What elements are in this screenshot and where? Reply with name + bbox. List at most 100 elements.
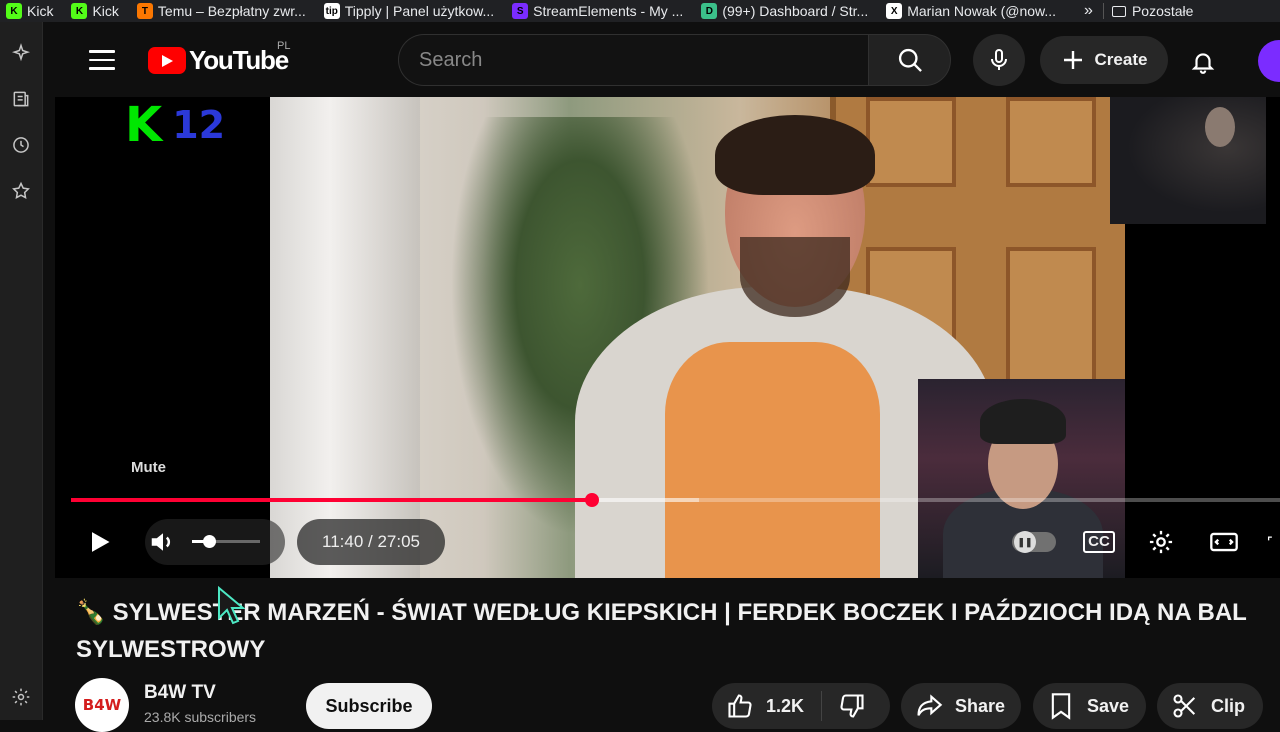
search-icon <box>898 48 922 72</box>
kick-icon: K <box>6 3 22 19</box>
reading-list-icon[interactable] <box>10 88 32 110</box>
create-button[interactable]: Create <box>1040 36 1168 84</box>
bookmark-item[interactable]: tip Tipply | Panel użytkow... <box>318 0 506 22</box>
theater-icon <box>1210 532 1238 552</box>
history-icon[interactable] <box>10 134 32 156</box>
bookmark-item[interactable]: K Kick <box>65 0 130 22</box>
thumbs-down-icon <box>840 694 864 718</box>
plus-icon <box>1063 51 1082 69</box>
search-box <box>398 34 868 86</box>
webcam-face <box>1205 107 1235 147</box>
clip-button[interactable]: Clip <box>1157 683 1263 729</box>
account-avatar[interactable] <box>1258 40 1280 82</box>
kick-icon: K <box>71 3 88 19</box>
sparkle-icon[interactable] <box>10 42 32 64</box>
bookmark-item[interactable]: S StreamElements - My ... <box>506 0 695 22</box>
bookmark-item[interactable]: D (99+) Dashboard / Str... <box>695 0 880 22</box>
bookmark-item[interactable]: T Temu – Bezpłatny zwr... <box>131 0 318 22</box>
temu-icon: T <box>136 3 153 19</box>
gear-icon <box>1149 530 1173 554</box>
play-icon <box>92 532 110 552</box>
favorites-icon[interactable] <box>10 180 32 202</box>
other-bookmarks-folder[interactable]: Pozostałe <box>1102 3 1194 19</box>
dashboard-icon: D <box>701 3 718 19</box>
bookmark-item[interactable]: X Marian Nowak (@now... <box>880 0 1068 22</box>
bottle-emoji-icon: 🍾 <box>76 599 106 626</box>
progress-bar[interactable] <box>71 493 1280 507</box>
logo-text: YouTube <box>189 45 289 75</box>
settings-button[interactable] <box>1141 522 1181 562</box>
time-display: 11:40 / 27:05 <box>297 519 445 565</box>
fullscreen-icon <box>1267 536 1272 541</box>
browser-side-rail <box>0 22 43 720</box>
bookmark-label: Tipply | Panel użytkow... <box>344 3 495 19</box>
settings-gear-icon[interactable] <box>10 686 32 708</box>
save-button[interactable]: Save <box>1033 683 1146 729</box>
bookmark-icon <box>1051 693 1071 720</box>
like-dislike-group: 1.2K <box>712 683 890 729</box>
search-input[interactable] <box>399 35 868 85</box>
share-arrow-icon <box>917 694 943 716</box>
youtube-header: YouTube PL Create <box>55 22 1280 97</box>
fullscreen-button[interactable] <box>1267 522 1280 562</box>
volume-knob[interactable] <box>203 535 216 548</box>
like-count: 1.2K <box>766 695 805 716</box>
mouse-cursor-icon <box>218 586 245 625</box>
search-button[interactable] <box>868 34 951 86</box>
play-button[interactable] <box>79 522 119 562</box>
like-button[interactable]: 1.2K <box>712 691 822 721</box>
share-button[interactable]: Share <box>901 683 1021 729</box>
youtube-play-icon <box>148 47 186 74</box>
video-title-text: SYLWESTER MARZEŃ - ŚWIAT WEDŁUG KIEPSKIC… <box>76 599 1247 663</box>
x-icon: X <box>886 3 903 19</box>
bookmark-label: (99+) Dashboard / Str... <box>722 3 869 19</box>
streamelements-icon: S <box>512 3 529 19</box>
pause-icon: ❚❚ <box>1014 531 1036 553</box>
bookmark-label: StreamElements - My ... <box>533 3 684 19</box>
autoplay-toggle[interactable]: ❚❚ <box>1012 531 1056 553</box>
volume-icon <box>151 533 171 551</box>
webcam-overlay-top <box>1110 97 1266 224</box>
bookmarks-overflow-icon[interactable]: » <box>1074 2 1103 20</box>
channel-subscribers: 23.8K subscribers <box>144 709 257 725</box>
menu-hamburger-icon[interactable] <box>89 50 115 70</box>
bookmarks-bar: K Kick K Kick T Temu – Bezpłatny zwr... tip Tip… <box>0 0 1280 22</box>
share-label: Share <box>955 695 1006 716</box>
create-label: Create <box>1094 50 1148 69</box>
bookmark-label: Marian Nowak (@now... <box>907 3 1057 19</box>
channel-avatar-text: B4W <box>82 696 122 714</box>
save-label: Save <box>1087 695 1130 716</box>
theater-mode-button[interactable] <box>1204 522 1244 562</box>
scissors-icon <box>1173 694 1196 718</box>
mute-button[interactable] <box>143 522 183 562</box>
progress-played <box>71 498 593 502</box>
video-title: 🍾 SYLWESTER MARZEŃ - ŚWIAT WEDŁUG KIEPSK… <box>76 594 1271 668</box>
video-player[interactable]: K 12 Mute 11:40 / 27:05 ❚❚ CC <box>55 97 1280 578</box>
volume-slider[interactable] <box>192 535 260 548</box>
youtube-logo[interactable]: YouTube <box>148 45 289 76</box>
cc-icon: CC <box>1083 531 1115 553</box>
channel-watermark: K 12 <box>125 97 225 153</box>
channel-avatar[interactable]: B4W <box>75 678 129 732</box>
notifications-button[interactable] <box>1183 42 1223 82</box>
subscribe-button[interactable]: Subscribe <box>306 683 432 729</box>
dislike-button[interactable] <box>822 692 866 720</box>
watermark-k: K <box>125 97 163 153</box>
thumbs-up-icon <box>728 694 752 718</box>
folder-icon <box>1111 5 1126 17</box>
watermark-number: 12 <box>172 103 226 147</box>
bookmark-label: Temu – Bezpłatny zwr... <box>157 3 306 19</box>
microphone-icon <box>991 49 1007 70</box>
region-code: PL <box>277 40 291 52</box>
mute-tooltip: Mute <box>131 459 166 476</box>
clip-label: Clip <box>1211 695 1245 716</box>
bookmark-label: Kick <box>92 3 119 19</box>
other-bookmarks-label: Pozostałe <box>1131 3 1194 19</box>
bookmark-label: Kick <box>27 3 54 19</box>
tipply-icon: tip <box>323 3 340 19</box>
voice-search-button[interactable] <box>973 34 1025 86</box>
channel-name[interactable]: B4W TV <box>144 682 216 704</box>
subtitles-button[interactable]: CC <box>1077 522 1121 562</box>
bookmark-item[interactable]: K Kick <box>0 0 65 22</box>
bell-icon <box>1191 53 1215 74</box>
